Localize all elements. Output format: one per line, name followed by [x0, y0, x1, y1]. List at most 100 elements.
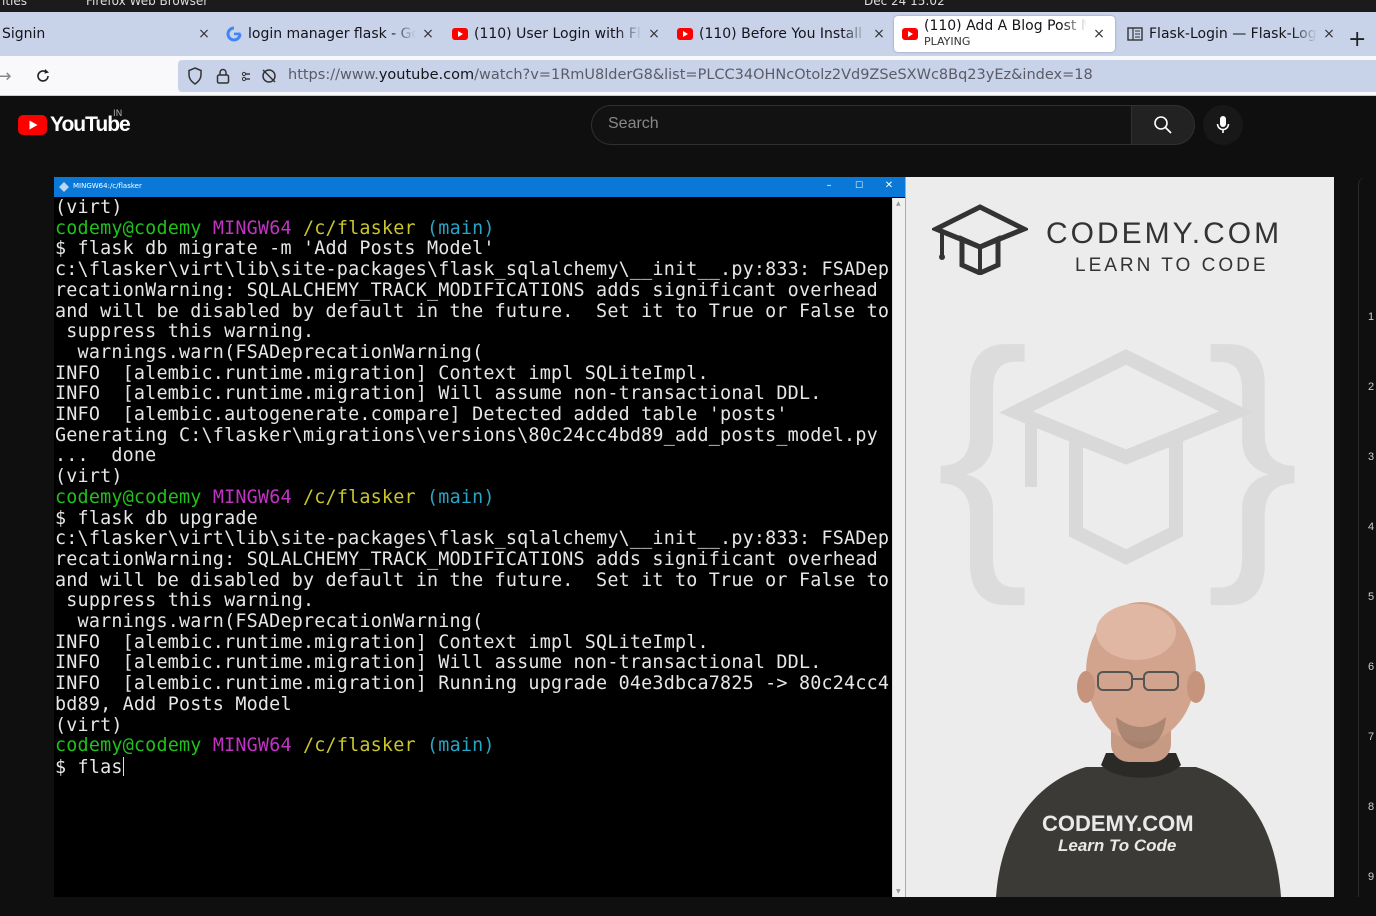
- svg-text:}: }: [1206, 317, 1300, 608]
- close-icon[interactable]: ×: [420, 26, 436, 42]
- terminal-text: and will be disabled by default in the f…: [55, 300, 890, 322]
- playlist-index[interactable]: 9: [1368, 871, 1374, 883]
- activities-label[interactable]: ities: [2, 0, 27, 8]
- tab-title-block: (110) Add A Blog Post Mo PLAYING: [924, 19, 1087, 49]
- terminal-line: bd89, Add Posts Model: [55, 694, 892, 716]
- terminal-line: (virt): [55, 715, 892, 737]
- terminal-text: INFO [alembic.runtime.migration] Context…: [55, 362, 709, 384]
- search-icon: [1154, 116, 1172, 134]
- terminal-line: Generating C:\flasker\migrations\version…: [55, 425, 892, 447]
- playlist-index[interactable]: 3: [1368, 451, 1374, 463]
- terminal-text: INFO [alembic.runtime.migration] Will as…: [55, 652, 822, 674]
- terminal-text: codemy@codemy: [55, 486, 202, 508]
- terminal-titlebar: MINGW64:/c/flasker – ☐ ✕: [54, 177, 905, 197]
- lock-icon[interactable]: [214, 67, 232, 85]
- url-bar[interactable]: https://www.youtube.com/watch?v=1RmU8lde…: [178, 60, 1376, 92]
- terminal-text: /c/flasker: [303, 217, 416, 239]
- navigation-toolbar: → https://www.youtube.com/watch?v=1RmU8l…: [0, 56, 1376, 96]
- voice-search-button[interactable]: [1203, 105, 1243, 145]
- video-player[interactable]: MINGW64:/c/flasker – ☐ ✕ (virt) codemy@co…: [54, 177, 1334, 897]
- close-icon[interactable]: ×: [646, 26, 662, 42]
- terminal-text: /c/flasker: [303, 735, 416, 757]
- forward-icon[interactable]: →: [0, 64, 16, 88]
- youtube-icon: [902, 26, 918, 42]
- tracking-protection-icon[interactable]: [186, 67, 204, 85]
- terminal-line: INFO [alembic.runtime.migration] Context…: [55, 362, 892, 385]
- reload-icon[interactable]: [31, 64, 55, 88]
- terminal-line: warnings.warn(FSADeprecationWarning(: [55, 611, 892, 633]
- playlist-index[interactable]: 5: [1368, 591, 1374, 603]
- brand-name: CODEMY.COM: [1046, 217, 1283, 250]
- playlist-panel-edge[interactable]: 1 2 3 4 5 6 7 8 9: [1358, 177, 1376, 897]
- scroll-up-icon: ▲: [896, 200, 901, 207]
- tab-google-search[interactable]: login manager flask - Goo ×: [226, 16, 436, 52]
- terminal-title: MINGW64:/c/flasker: [73, 182, 142, 190]
- playlist-index[interactable]: 2: [1368, 381, 1374, 393]
- terminal-line: c:\flasker\virt\lib\site-packages\flask_…: [55, 528, 892, 550]
- terminal-text: MINGW64: [212, 217, 292, 239]
- new-tab-button[interactable]: +: [1348, 27, 1366, 52]
- playlist-index[interactable]: 6: [1368, 661, 1374, 673]
- terminal-text: c:\flasker\virt\lib\site-packages\flask_…: [55, 528, 890, 550]
- country-code: IN: [113, 109, 123, 119]
- playlist-index[interactable]: 1: [1368, 311, 1374, 323]
- terminal-text: INFO [alembic.runtime.migration] Context…: [55, 631, 709, 653]
- terminal-text: warnings.warn(FSADeprecationWarning(: [55, 341, 484, 363]
- tab-title: Flask-Login — Flask-Login: [1149, 26, 1317, 42]
- terminal-text: recationWarning: SQLALCHEMY_TRACK_MODIFI…: [55, 548, 878, 570]
- youtube-logo[interactable]: YouTube IN: [18, 109, 131, 137]
- youtube-page: YouTube IN MINGW64:/c/flasker – ☐ ✕ (vir…: [0, 97, 1376, 916]
- terminal-line: codemy@codemy MINGW64 /c/flasker (main): [55, 486, 892, 509]
- terminal-text: c:\flasker\virt\lib\site-packages\flask_…: [55, 259, 890, 281]
- tab-youtube-user-login[interactable]: (110) User Login with Fla ×: [452, 16, 662, 52]
- tab-youtube-before-install[interactable]: (110) Before You Install F ×: [677, 16, 887, 52]
- playlist-index[interactable]: 8: [1368, 801, 1374, 813]
- terminal-text: INFO [alembic.runtime.migration] Will as…: [55, 383, 822, 405]
- search-box[interactable]: [591, 105, 1132, 145]
- url-prefix: https://www.: [288, 67, 379, 83]
- minimize-icon: –: [826, 180, 832, 191]
- url-domain: youtube.com: [378, 67, 475, 83]
- terminal-line: $ flas: [55, 756, 892, 779]
- playlist-index[interactable]: 4: [1368, 521, 1374, 533]
- terminal-line: recationWarning: SQLALCHEMY_TRACK_MODIFI…: [55, 548, 892, 571]
- close-icon[interactable]: ×: [1091, 26, 1107, 42]
- close-icon[interactable]: ×: [196, 26, 212, 42]
- close-icon[interactable]: ×: [871, 26, 887, 42]
- tab-title: (110) Add A Blog Post Mo: [924, 19, 1087, 34]
- terminal-text: (main): [427, 735, 495, 757]
- permissions-icon[interactable]: [240, 67, 258, 85]
- terminal-output: (virt) codemy@codemy MINGW64 /c/flasker (…: [54, 198, 892, 897]
- clock[interactable]: Dec 24 15:02: [864, 0, 945, 8]
- close-icon[interactable]: ×: [1321, 26, 1337, 42]
- tab-title: (110) User Login with Fla: [474, 26, 642, 42]
- terminal-line: codemy@codemy MINGW64 /c/flasker (main): [55, 217, 892, 240]
- shirt-logo-text: CODEMY.COM: [1042, 811, 1194, 836]
- shirt-tagline-text: Learn To Code: [1058, 836, 1177, 855]
- app-name-label[interactable]: Firefox Web Browser: [86, 0, 208, 8]
- search-input[interactable]: [608, 115, 1108, 133]
- url-text[interactable]: https://www.youtube.com/watch?v=1RmU8lde…: [288, 67, 1093, 83]
- close-icon: ✕: [884, 180, 894, 191]
- url-path: /watch?v=1RmU8lderG8&list=PLCC34OHNcOtol…: [474, 67, 1093, 83]
- youtube-icon: [452, 26, 468, 42]
- terminal-text: INFO [alembic.autogenerate.compare] Dete…: [55, 404, 788, 426]
- tab-signin[interactable]: Signin ×: [0, 16, 212, 52]
- terminal-text: codemy@codemy: [55, 735, 202, 757]
- search-button[interactable]: [1131, 105, 1195, 145]
- camera-blocked-icon[interactable]: [260, 67, 278, 85]
- playlist-index[interactable]: 7: [1368, 731, 1374, 743]
- terminal-text: codemy@codemy: [55, 217, 202, 239]
- watermark-icon: { }: [936, 317, 1300, 608]
- terminal-text: warnings.warn(FSADeprecationWarning(: [55, 611, 484, 633]
- tab-flask-login-docs[interactable]: Flask-Login — Flask-Login ×: [1127, 16, 1337, 52]
- terminal-text: (main): [427, 486, 495, 508]
- youtube-play-icon: [18, 115, 47, 135]
- tab-youtube-active[interactable]: (110) Add A Blog Post Mo PLAYING ×: [894, 16, 1115, 52]
- terminal-text: recationWarning: SQLALCHEMY_TRACK_MODIFI…: [55, 279, 878, 301]
- terminal-window: MINGW64:/c/flasker – ☐ ✕ (virt) codemy@co…: [54, 177, 905, 897]
- terminal-text: MINGW64: [212, 735, 292, 757]
